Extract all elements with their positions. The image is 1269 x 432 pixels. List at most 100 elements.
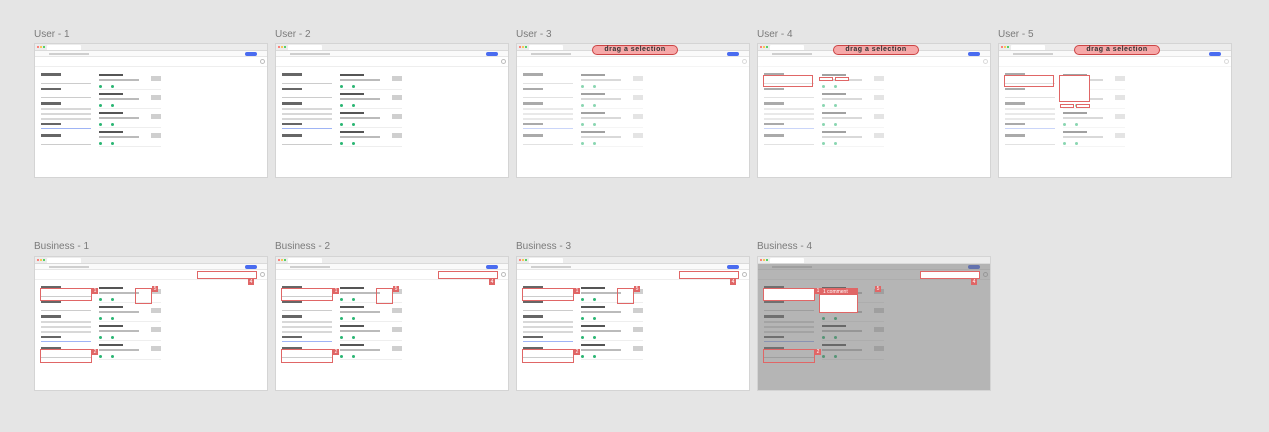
drag-selection-banner: drag a selection [833,45,919,55]
list-item[interactable] [822,111,884,128]
list-item[interactable] [99,130,161,147]
comment-title: 1 comment [820,289,857,295]
browser-tab[interactable] [288,258,322,263]
browser-chrome [276,44,508,51]
filters-sidebar [41,73,91,149]
frame-label-business-3: Business - 3 [516,241,572,252]
frame-label-user-2: User - 2 [275,29,311,40]
drag-selection-banner: drag a selection [592,45,678,55]
profile-pill-icon[interactable] [727,265,739,269]
gear-icon[interactable] [501,59,506,64]
list-item[interactable] [1063,111,1125,128]
gear-icon[interactable] [983,59,988,64]
app-bar [517,57,749,67]
list-item[interactable] [581,305,643,322]
browser-tab[interactable] [288,45,322,50]
gear-icon[interactable] [1224,59,1229,64]
list-item[interactable] [99,305,161,322]
browser-chrome [276,257,508,264]
selection-chip[interactable] [1076,104,1090,108]
list-item[interactable] [581,343,643,360]
browser-tab[interactable] [47,258,81,263]
list-item[interactable] [340,92,402,109]
list-item[interactable] [99,111,161,128]
frame-business-2: 1 5 4 2 [275,256,509,391]
list-item[interactable] [581,111,643,128]
profile-pill-icon[interactable] [486,52,498,56]
window-controls-icon[interactable] [519,259,527,261]
selection-chip[interactable] [835,77,849,81]
app-bar [999,57,1231,67]
list-item[interactable] [581,92,643,109]
window-controls-icon[interactable] [760,259,768,261]
gear-icon[interactable] [260,59,265,64]
frame-label-user-4: User - 4 [757,29,793,40]
profile-pill-icon[interactable] [486,265,498,269]
callout-highlight [679,271,739,279]
window-controls-icon[interactable] [37,259,45,261]
browser-tab[interactable] [770,45,804,50]
selection-chip[interactable] [1060,104,1074,108]
selection-chip[interactable] [819,77,833,81]
window-controls-icon[interactable] [519,46,527,48]
profile-pill-icon[interactable] [727,52,739,56]
page-body [276,57,508,177]
callout-number-badge: 1 [333,288,339,294]
browser-tab[interactable] [47,45,81,50]
list-item[interactable] [340,324,402,341]
gear-icon[interactable] [742,272,747,277]
browser-tab[interactable] [770,258,804,263]
gear-icon[interactable] [501,272,506,277]
app-bar [35,57,267,67]
profile-pill-icon[interactable] [245,265,257,269]
list-item[interactable] [99,73,161,90]
list-item[interactable] [99,343,161,360]
callout-highlight [281,288,333,301]
callout-highlight [617,288,634,304]
browser-chrome [758,257,990,264]
browser-tab[interactable] [1011,45,1045,50]
callout-number-badge: 4 [730,279,736,285]
callout-highlight [763,288,815,301]
window-controls-icon[interactable] [760,46,768,48]
callout-number-badge: 5 [875,286,881,292]
window-controls-icon[interactable] [278,46,286,48]
selection-highlight [1004,75,1054,87]
callout-number-badge: 2 [92,349,98,355]
list-item[interactable] [822,130,884,147]
comment-popup[interactable]: 1 comment [819,288,858,313]
list-item[interactable] [581,73,643,90]
callout-highlight [135,288,152,304]
browser-tab[interactable] [529,45,563,50]
list-item[interactable] [99,92,161,109]
list-item[interactable] [340,305,402,322]
callout-highlight [40,349,92,363]
list-item[interactable] [340,343,402,360]
window-controls-icon[interactable] [37,46,45,48]
comment-input-panel[interactable] [1059,75,1090,102]
list-item[interactable] [340,130,402,147]
gear-icon[interactable] [260,272,265,277]
dim-overlay [758,264,990,390]
callout-highlight [763,349,815,363]
window-controls-icon[interactable] [1001,46,1009,48]
profile-pill-icon[interactable] [1209,52,1221,56]
window-controls-icon[interactable] [278,259,286,261]
list-item[interactable] [581,130,643,147]
callout-highlight [281,349,333,363]
filters-sidebar [282,73,332,149]
profile-pill-icon[interactable] [245,52,257,56]
list-item[interactable] [822,73,884,90]
list-item[interactable] [340,111,402,128]
callout-number-badge: 1 [92,288,98,294]
results-list [99,73,161,149]
browser-chrome [35,44,267,51]
list-item[interactable] [581,324,643,341]
list-item[interactable] [99,324,161,341]
list-item[interactable] [340,73,402,90]
list-item[interactable] [1063,130,1125,147]
profile-pill-icon[interactable] [968,52,980,56]
list-item[interactable] [822,92,884,109]
browser-tab[interactable] [529,258,563,263]
gear-icon[interactable] [742,59,747,64]
